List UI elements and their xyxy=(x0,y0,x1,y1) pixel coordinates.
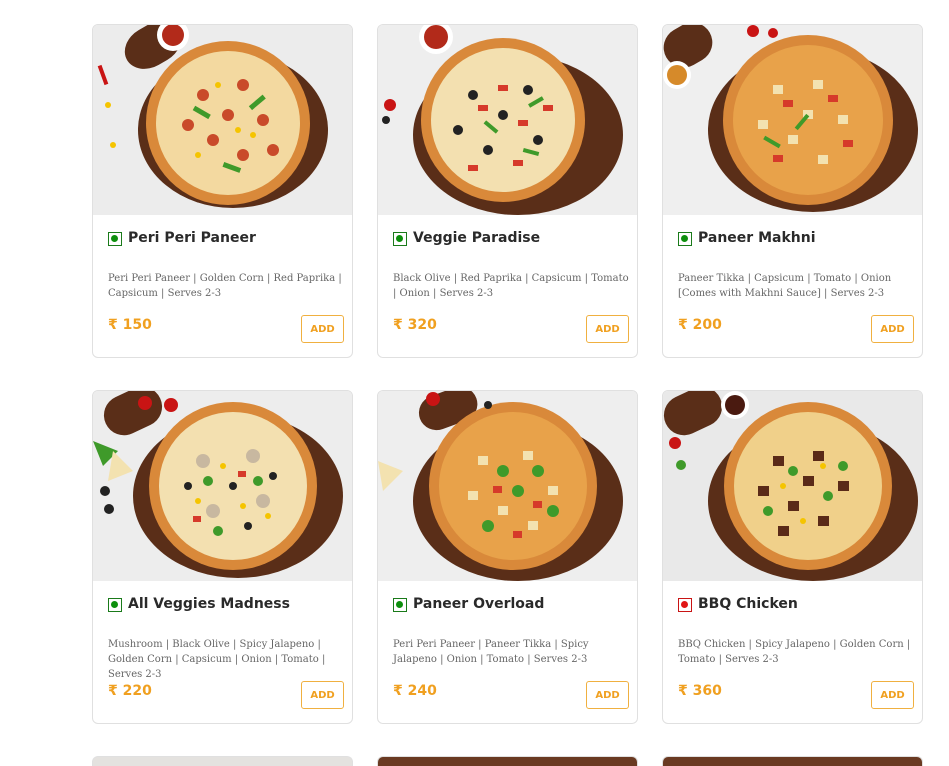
item-name: Peri Peri Paneer xyxy=(128,230,256,246)
next-row-card-peek xyxy=(662,756,923,766)
add-button[interactable]: ADD xyxy=(871,681,914,709)
item-price: ₹ 240 xyxy=(393,683,437,699)
next-row-card-peek xyxy=(92,756,353,766)
pizza-image xyxy=(663,25,922,215)
menu-item-card[interactable]: All Veggies Madness Mushroom | Black Oli… xyxy=(92,390,353,724)
item-name: BBQ Chicken xyxy=(698,596,798,612)
veg-indicator-icon xyxy=(393,598,407,612)
item-description: Peri Peri Paneer | Paneer Tikka | Spicy … xyxy=(393,639,589,665)
item-name: Paneer Makhni xyxy=(698,230,816,246)
menu-item-card[interactable]: Paneer Makhni Paneer Tikka | Capsicum | … xyxy=(662,24,923,358)
item-price: ₹ 320 xyxy=(393,317,437,333)
pizza-image xyxy=(378,25,637,215)
pizza-image xyxy=(93,391,352,581)
menu-item-card[interactable]: Paneer Overload Peri Peri Paneer | Panee… xyxy=(377,390,638,724)
item-name: Veggie Paradise xyxy=(413,230,541,246)
menu-item-card[interactable]: Veggie Paradise Black Olive | Red Paprik… xyxy=(377,24,638,358)
item-description: BBQ Chicken | Spicy Jalapeno | Golden Co… xyxy=(678,639,911,665)
veg-indicator-icon xyxy=(678,232,692,246)
pizza-image xyxy=(93,25,352,215)
add-button[interactable]: ADD xyxy=(301,315,344,343)
veg-indicator-icon xyxy=(108,232,122,246)
add-button[interactable]: ADD xyxy=(301,681,344,709)
item-price: ₹ 220 xyxy=(108,683,152,699)
item-price: ₹ 200 xyxy=(678,317,722,333)
menu-item-card[interactable]: Peri Peri Paneer Peri Peri Paneer | Gold… xyxy=(92,24,353,358)
next-row-card-peek xyxy=(377,756,638,766)
item-description: Paneer Tikka | Capsicum | Tomato | Onion… xyxy=(678,273,892,299)
item-name: All Veggies Madness xyxy=(128,596,290,612)
item-description: Black Olive | Red Paprika | Capsicum | T… xyxy=(393,273,629,299)
add-button[interactable]: ADD xyxy=(586,315,629,343)
pizza-image xyxy=(663,391,922,581)
item-description: Mushroom | Black Olive | Spicy Jalapeno … xyxy=(108,639,326,680)
veg-indicator-icon xyxy=(393,232,407,246)
item-description: Peri Peri Paneer | Golden Corn | Red Pap… xyxy=(108,273,342,299)
nonveg-indicator-icon xyxy=(678,598,692,612)
item-price: ₹ 150 xyxy=(108,317,152,333)
menu-item-card[interactable]: BBQ Chicken BBQ Chicken | Spicy Jalapeno… xyxy=(662,390,923,724)
item-price: ₹ 360 xyxy=(678,683,722,699)
add-button[interactable]: ADD xyxy=(871,315,914,343)
veg-indicator-icon xyxy=(108,598,122,612)
item-name: Paneer Overload xyxy=(413,596,545,612)
pizza-image xyxy=(378,391,637,581)
add-button[interactable]: ADD xyxy=(586,681,629,709)
